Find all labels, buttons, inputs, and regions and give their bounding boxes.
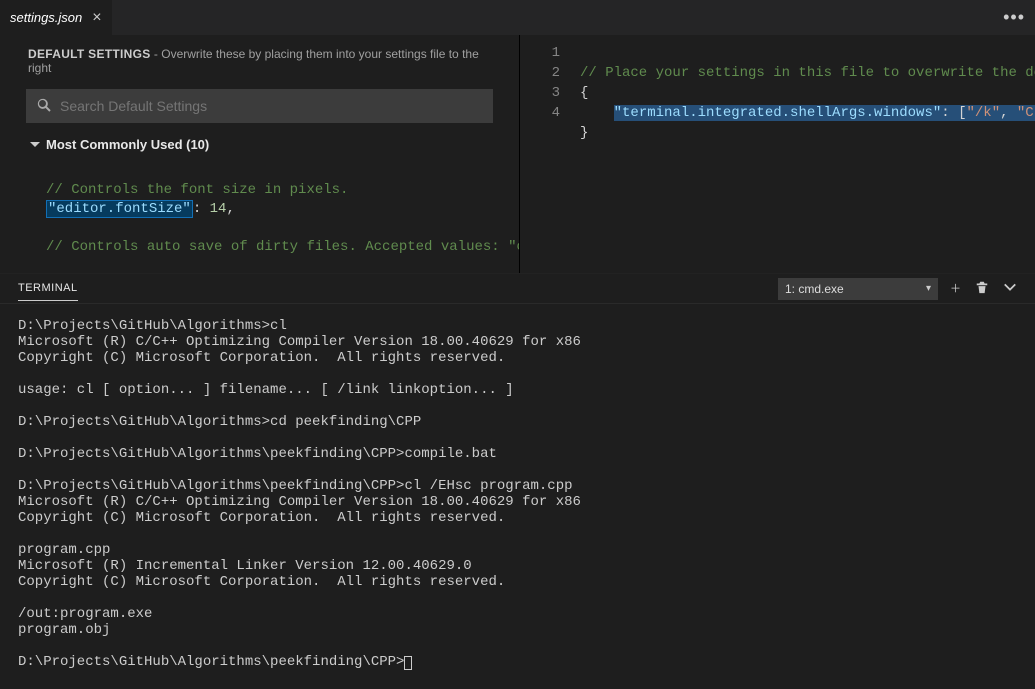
tab-title: settings.json bbox=[10, 10, 82, 25]
terminal-selector[interactable]: 1: cmd.exe ▾ bbox=[778, 278, 938, 300]
terminal-output[interactable]: D:\Projects\GitHub\Algorithms>cl Microso… bbox=[0, 304, 1035, 689]
code-comment: // Controls the font size in pixels. bbox=[46, 182, 348, 198]
line-number-gutter: 1 2 3 4 bbox=[520, 43, 580, 143]
line-number: 2 bbox=[520, 63, 560, 83]
line-number: 4 bbox=[520, 103, 560, 123]
terminal-selector-label: 1: cmd.exe bbox=[785, 282, 844, 296]
section-label: Most Commonly Used (10) bbox=[46, 137, 209, 152]
default-settings-pane: DEFAULT SETTINGS - Overwrite these by pl… bbox=[0, 35, 520, 273]
terminal-cursor bbox=[404, 656, 412, 670]
code-comment: // Controls auto save of dirty files. Ac… bbox=[46, 239, 520, 255]
setting-key[interactable]: "editor.fontSize" bbox=[46, 200, 193, 218]
terminal-text: D:\Projects\GitHub\Algorithms>cl Microso… bbox=[18, 318, 581, 670]
editor-line: { bbox=[580, 85, 588, 101]
setting-value: 14 bbox=[210, 201, 227, 217]
close-icon[interactable]: × bbox=[92, 10, 101, 26]
editor-lines[interactable]: // Place your settings in this file to o… bbox=[580, 43, 1035, 143]
terminal-panel: TERMINAL 1: cmd.exe ▾ ＋ D:\Projects\GitH… bbox=[0, 273, 1035, 689]
editor-line: // Place your settings in this file to o… bbox=[580, 65, 1035, 81]
tab-bar: settings.json × ••• bbox=[0, 0, 1035, 35]
user-settings-editor[interactable]: 1 2 3 4 // Place your settings in this f… bbox=[520, 35, 1035, 273]
search-input[interactable] bbox=[60, 98, 483, 114]
section-most-commonly-used[interactable]: Most Commonly Used (10) bbox=[0, 129, 519, 156]
chevron-down-icon: ▾ bbox=[926, 283, 931, 294]
default-settings-title: DEFAULT SETTINGS bbox=[28, 47, 151, 61]
editor-line: } bbox=[580, 125, 588, 141]
maximize-panel-icon[interactable] bbox=[1003, 280, 1017, 297]
search-default-settings[interactable] bbox=[26, 89, 493, 123]
kill-terminal-icon[interactable] bbox=[975, 280, 989, 297]
json-key: "terminal.integrated.shellArgs.windows" bbox=[614, 105, 942, 121]
panel-tab-terminal[interactable]: TERMINAL bbox=[18, 282, 78, 301]
more-actions-icon[interactable]: ••• bbox=[993, 0, 1035, 35]
panel-header: TERMINAL 1: cmd.exe ▾ ＋ bbox=[0, 274, 1035, 304]
editor-split: DEFAULT SETTINGS - Overwrite these by pl… bbox=[0, 35, 1035, 273]
default-settings-heading: DEFAULT SETTINGS - Overwrite these by pl… bbox=[0, 35, 519, 85]
new-terminal-icon[interactable]: ＋ bbox=[950, 280, 961, 297]
line-number: 1 bbox=[520, 43, 560, 63]
chevron-down-icon bbox=[30, 142, 40, 147]
line-number: 3 bbox=[520, 83, 560, 103]
tab-settings-json[interactable]: settings.json × bbox=[0, 0, 112, 35]
search-icon bbox=[36, 97, 52, 116]
default-settings-code: // Controls the font size in pixels. "ed… bbox=[0, 156, 519, 263]
